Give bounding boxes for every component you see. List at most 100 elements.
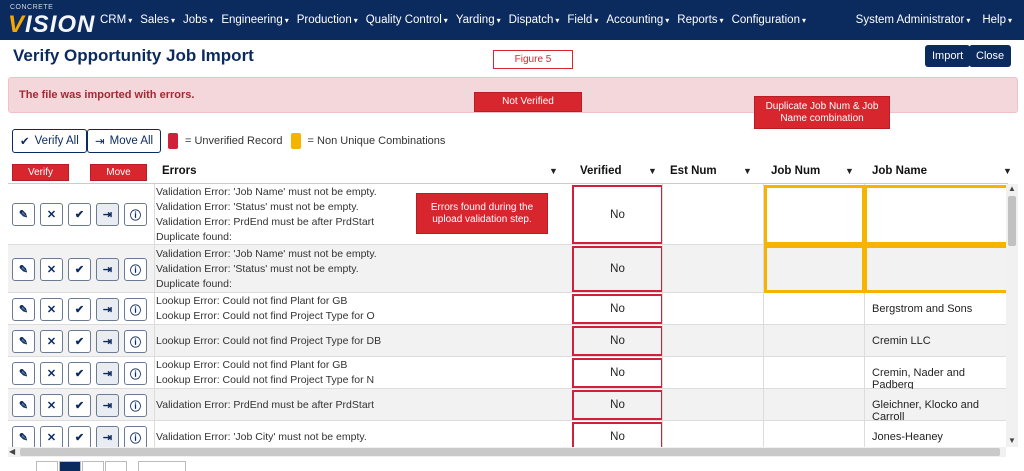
move-button[interactable]: ⇥ — [96, 330, 119, 353]
concrete-vision-logo[interactable]: CONCRETE VISION — [8, 4, 94, 38]
edit-button[interactable]: ✎ — [12, 258, 35, 281]
horizontal-scrollbar[interactable]: ◀ — [8, 447, 1006, 457]
pager-button[interactable] — [105, 461, 127, 471]
delete-button[interactable]: ✕ — [40, 298, 63, 321]
pager-button[interactable] — [36, 461, 58, 471]
move-button[interactable]: ⇥ — [96, 426, 119, 447]
close-button[interactable]: Close — [969, 45, 1012, 67]
move-all-button[interactable]: ⇥ Move All — [87, 129, 162, 153]
filter-icon[interactable]: ▼ — [549, 166, 558, 176]
menu-item[interactable]: CRM ▾ — [100, 14, 132, 26]
col-errors[interactable]: Errors — [156, 158, 197, 184]
menu-item[interactable]: Sales ▾ — [140, 14, 175, 26]
verify-button[interactable]: ✔ — [68, 330, 91, 353]
user-menu[interactable]: System Administrator ▾ — [856, 14, 971, 26]
filter-icon[interactable]: ▼ — [648, 166, 657, 176]
info-button[interactable]: ⓘ — [124, 426, 147, 447]
col-job-name[interactable]: Job Name — [866, 158, 927, 184]
pencil-icon: ✎ — [18, 209, 29, 221]
pencil-icon: ✎ — [18, 432, 29, 444]
verify-button[interactable]: ✔ — [68, 394, 91, 417]
menu-item[interactable]: Yarding ▾ — [456, 14, 501, 26]
scroll-thumb[interactable] — [1008, 196, 1016, 246]
move-button[interactable]: ⇥ — [96, 258, 119, 281]
move-button[interactable]: ⇥ — [96, 298, 119, 321]
verify-button[interactable]: ✔ — [68, 362, 91, 385]
info-button[interactable]: ⓘ — [124, 394, 147, 417]
check-icon: ✔ — [74, 368, 85, 380]
edit-button[interactable]: ✎ — [12, 203, 35, 226]
menu-item[interactable]: Reports ▾ — [677, 14, 723, 26]
scroll-thumb[interactable] — [20, 448, 1000, 456]
edit-button[interactable]: ✎ — [12, 330, 35, 353]
info-button[interactable]: ⓘ — [124, 330, 147, 353]
info-button[interactable]: ⓘ — [124, 258, 147, 281]
edit-button[interactable]: ✎ — [12, 362, 35, 385]
edit-button[interactable]: ✎ — [12, 298, 35, 321]
vertical-scrollbar[interactable]: ▲ ▼ — [1006, 184, 1018, 447]
job-name-cell: Cremin LLC — [872, 335, 931, 347]
menu-item[interactable]: Dispatch ▾ — [509, 14, 560, 26]
pager-current[interactable] — [59, 461, 81, 471]
delete-button[interactable]: ✕ — [40, 258, 63, 281]
edit-button[interactable]: ✎ — [12, 426, 35, 447]
info-button[interactable]: ⓘ — [124, 362, 147, 385]
info-icon: ⓘ — [130, 304, 141, 317]
import-button[interactable]: Import — [925, 45, 971, 67]
delete-button[interactable]: ✕ — [40, 330, 63, 353]
duplicate-callout: Duplicate Job Num & Job Name combination — [754, 96, 890, 129]
pager-button[interactable] — [82, 461, 104, 471]
info-icon: ⓘ — [130, 209, 141, 222]
verify-button[interactable]: ✔ — [68, 298, 91, 321]
duplicate-highlight — [864, 185, 1012, 245]
pencil-icon: ✎ — [18, 336, 29, 348]
info-icon: ⓘ — [130, 400, 141, 413]
move-button[interactable]: ⇥ — [96, 362, 119, 385]
menu-item[interactable]: Jobs ▾ — [183, 14, 213, 26]
move-button[interactable]: ⇥ — [96, 394, 119, 417]
menu-item[interactable]: Production ▾ — [297, 14, 358, 26]
menu-item-label: CRM — [100, 14, 127, 26]
menu-item[interactable]: Configuration ▾ — [732, 14, 806, 26]
menu-item[interactable]: Field ▾ — [567, 14, 598, 26]
delete-button[interactable]: ✕ — [40, 362, 63, 385]
row-actions: ✎ ✕ ✔ ⇥ ⓘ — [12, 203, 152, 226]
scroll-down-icon[interactable]: ▼ — [1008, 436, 1016, 445]
col-verified[interactable]: Verified — [574, 158, 622, 184]
row-actions: ✎ ✕ ✔ ⇥ ⓘ — [12, 330, 152, 353]
menu-item-label: Quality Control — [365, 14, 442, 26]
info-button[interactable]: ⓘ — [124, 298, 147, 321]
verify-all-button[interactable]: ✔ Verify All — [12, 129, 87, 153]
edit-button[interactable]: ✎ — [12, 394, 35, 417]
check-icon: ✔ — [74, 264, 85, 276]
col-job-num[interactable]: Job Num — [765, 158, 820, 184]
move-icon: ⇥ — [102, 368, 113, 380]
scroll-up-icon[interactable]: ▲ — [1008, 184, 1016, 193]
filter-icon[interactable]: ▼ — [743, 166, 752, 176]
verify-button[interactable]: ✔ — [68, 426, 91, 447]
verified-cell: No — [572, 246, 663, 292]
verify-button[interactable]: ✔ — [68, 258, 91, 281]
info-button[interactable]: ⓘ — [124, 203, 147, 226]
filter-icon[interactable]: ▼ — [845, 166, 854, 176]
errors-cell: Lookup Error: Could not find Project Typ… — [156, 334, 381, 349]
page-size-select[interactable] — [138, 461, 186, 471]
move-callout: Move — [90, 164, 147, 181]
menu-item[interactable]: Quality Control ▾ — [366, 14, 448, 26]
scroll-left-icon[interactable]: ◀ — [9, 447, 15, 456]
move-button[interactable]: ⇥ — [96, 203, 119, 226]
x-icon: ✕ — [46, 304, 57, 316]
menu-item[interactable]: Accounting ▾ — [606, 14, 669, 26]
help-menu[interactable]: Help ▾ — [982, 14, 1012, 26]
delete-button[interactable]: ✕ — [40, 426, 63, 447]
filter-icon[interactable]: ▼ — [1003, 166, 1012, 176]
delete-button[interactable]: ✕ — [40, 203, 63, 226]
delete-button[interactable]: ✕ — [40, 394, 63, 417]
col-est-num[interactable]: Est Num — [664, 158, 717, 184]
verify-button[interactable]: ✔ — [68, 203, 91, 226]
error-line: Validation Error: 'Job Name' must not be… — [156, 248, 377, 260]
move-icon: ⇥ — [102, 432, 113, 444]
table-row: ✎ ✕ ✔ ⇥ ⓘ Validation Error: PrdEnd must be af… — [8, 389, 1008, 423]
logo-big-text: VISION — [8, 11, 95, 39]
menu-item[interactable]: Engineering ▾ — [221, 14, 288, 26]
